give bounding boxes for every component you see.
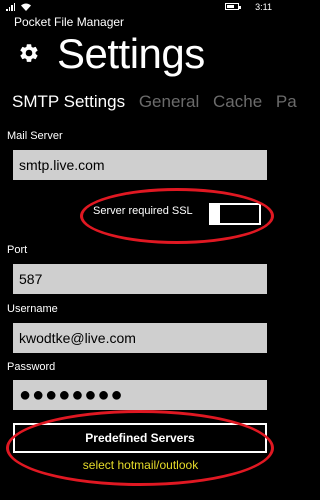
page-title: Settings [57, 30, 205, 77]
predefined-hint[interactable]: select hotmail/outlook [0, 458, 281, 472]
ssl-label: Server required SSL [93, 205, 193, 217]
status-bar: 3:11 [0, 0, 281, 16]
status-icons [6, 3, 31, 11]
username-label: Username [7, 303, 58, 315]
port-input[interactable]: 587 [13, 264, 267, 294]
tab-smtp-settings[interactable]: SMTP Settings [12, 92, 125, 112]
wifi-icon [21, 3, 31, 11]
tab-general[interactable]: General [139, 92, 199, 112]
port-label: Port [7, 244, 28, 256]
tab-partial[interactable]: Pa [276, 92, 297, 112]
mail-server-input[interactable]: smtp.live.com [13, 150, 267, 180]
gear-icon [20, 44, 38, 62]
pivot-tabs: SMTP Settings General Cache Pa [12, 92, 306, 112]
app-name: Pocket File Manager [14, 15, 125, 29]
ssl-toggle-thumb [210, 203, 220, 225]
battery-icon [225, 3, 241, 10]
password-label: Password [7, 361, 56, 373]
password-input[interactable]: ●●●●●●●● [13, 380, 267, 410]
signal-icon [6, 3, 15, 11]
mail-server-label: Mail Server [7, 130, 63, 142]
tab-cache[interactable]: Cache [213, 92, 262, 112]
ssl-toggle[interactable] [209, 203, 261, 225]
status-time: 3:11 [255, 2, 272, 12]
predefined-servers-button[interactable]: Predefined Servers [13, 423, 267, 453]
username-input[interactable]: kwodtke@live.com [13, 323, 267, 353]
